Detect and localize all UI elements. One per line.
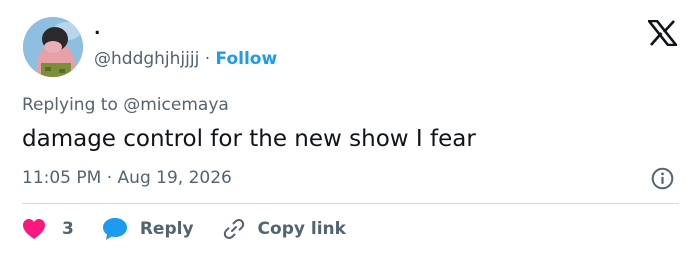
meta-separator: ·: [106, 168, 113, 188]
separator-dot: ·: [204, 49, 211, 69]
replying-to-label: Replying to: [22, 95, 118, 115]
tweet-meta: 11:05 PM · Aug 19, 2026: [22, 167, 232, 189]
reply-bubble-icon: [102, 218, 127, 240]
follow-button[interactable]: Follow: [216, 49, 278, 69]
like-count: 3: [62, 219, 74, 239]
divider: [22, 203, 679, 204]
user-handle[interactable]: @hddghjhjjjj: [94, 49, 199, 69]
reply-mention[interactable]: @micemaya: [123, 95, 229, 115]
reply-button[interactable]: Reply: [102, 217, 194, 241]
avatar[interactable]: [23, 17, 83, 77]
tweet-text: damage control for the new show I fear: [22, 126, 476, 152]
tweet-date[interactable]: Aug 19, 2026: [118, 168, 232, 188]
copy-link-button[interactable]: Copy link: [222, 217, 346, 241]
handle-row: @hddghjhjjjj · Follow: [94, 48, 277, 70]
reply-label: Reply: [139, 219, 194, 239]
x-logo-icon[interactable]: [646, 19, 679, 47]
info-icon[interactable]: [651, 167, 674, 190]
display-name[interactable]: .: [94, 18, 100, 40]
link-icon: [223, 219, 244, 239]
heart-icon: [23, 219, 45, 239]
copy-link-label: Copy link: [257, 219, 346, 239]
tweet-time[interactable]: 11:05 PM: [22, 168, 101, 188]
action-bar: 3 Reply Copy link: [22, 216, 346, 242]
replying-to: Replying to @micemaya: [22, 94, 229, 116]
like-button[interactable]: 3: [22, 218, 74, 240]
